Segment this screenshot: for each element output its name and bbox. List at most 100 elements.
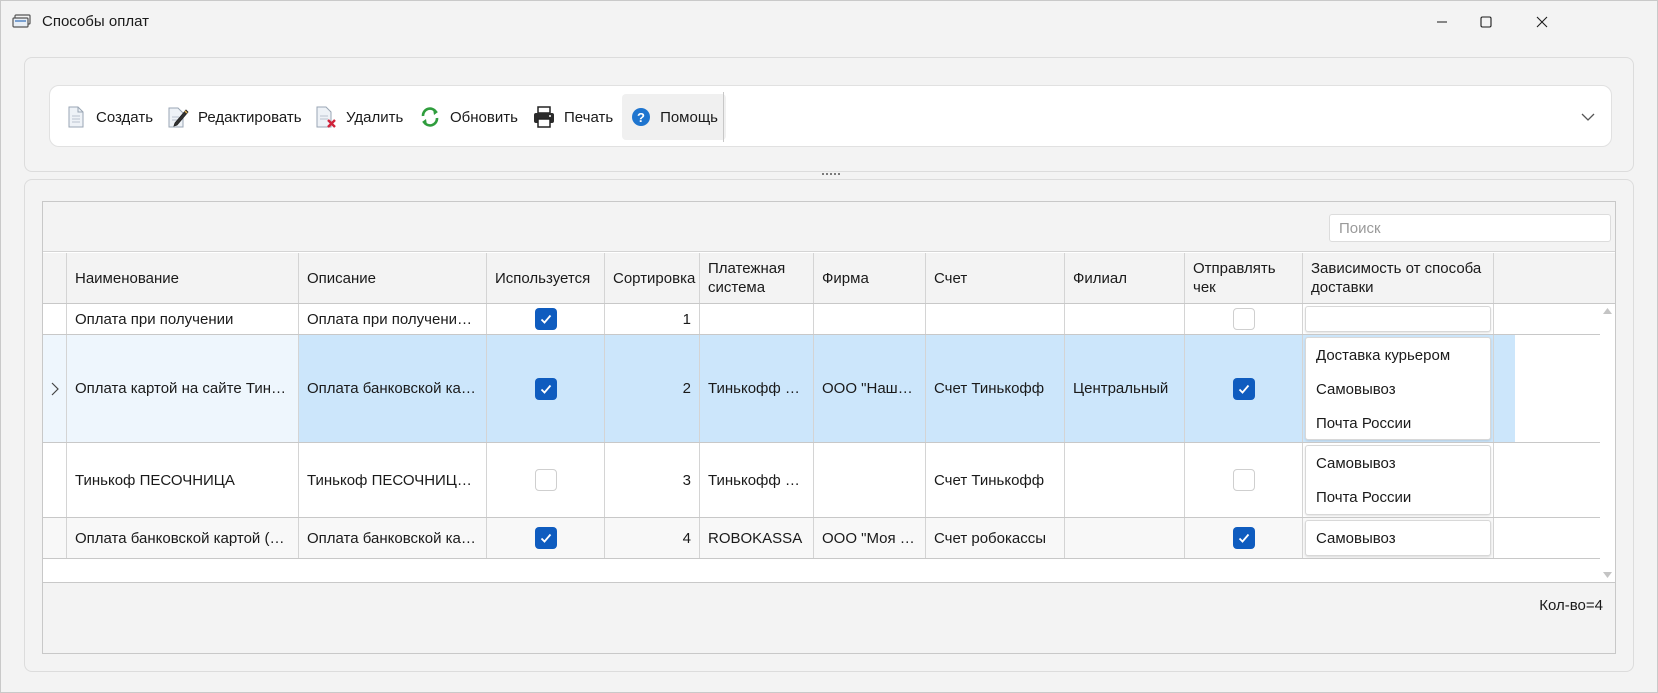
column-header-payment-system[interactable]: Платежная система xyxy=(700,253,814,303)
cell-account xyxy=(926,304,1065,334)
table-row[interactable]: Тинькоф ПЕСОЧНИЦА Тинькоф ПЕСОЧНИЦА (н..… xyxy=(43,443,1600,518)
scroll-up-icon[interactable] xyxy=(1603,308,1612,314)
cell-branch xyxy=(1065,443,1185,517)
cell-description: Оплата банковской карт... xyxy=(299,335,487,442)
cell-description: Тинькоф ПЕСОЧНИЦА (н... xyxy=(299,443,487,517)
grid-panel: Наименование Описание Используется Сорти… xyxy=(24,179,1634,672)
send-receipt-checkbox[interactable] xyxy=(1232,308,1255,330)
used-checkbox[interactable] xyxy=(534,377,557,400)
delivery-item[interactable]: Доставка курьером xyxy=(1316,338,1480,372)
row-indicator[interactable] xyxy=(43,304,67,334)
maximize-button[interactable] xyxy=(1457,1,1515,43)
refresh-icon xyxy=(418,105,442,129)
cell-branch: Центральный xyxy=(1065,335,1185,442)
delivery-item[interactable]: Самовывоз xyxy=(1316,521,1480,555)
checkmark-icon xyxy=(540,533,551,543)
cell-branch xyxy=(1065,304,1185,334)
print-button[interactable]: Печать xyxy=(524,94,621,140)
new-document-icon xyxy=(64,105,88,129)
cell-payment-system: ROBOKASSA xyxy=(700,518,814,558)
used-checkbox[interactable] xyxy=(534,527,557,549)
cell-account: Счет Тинькофф xyxy=(926,443,1065,517)
send-receipt-checkbox[interactable] xyxy=(1232,527,1255,549)
delivery-list[interactable]: Самовывоз Почта России xyxy=(1305,445,1491,515)
search-input[interactable] xyxy=(1329,214,1611,242)
delivery-item[interactable]: Почта России xyxy=(1316,480,1480,514)
column-header-sort[interactable]: Сортировка xyxy=(605,253,700,303)
maximize-icon xyxy=(1480,16,1492,28)
delivery-list[interactable] xyxy=(1305,306,1491,332)
cell-name: Оплата банковской картой (Ro... xyxy=(67,518,299,558)
refresh-button[interactable]: Обновить xyxy=(410,94,526,140)
delivery-item[interactable]: Почта России xyxy=(1316,406,1480,440)
row-indicator[interactable] xyxy=(43,443,67,517)
grid-header: Наименование Описание Используется Сорти… xyxy=(43,253,1615,304)
toolbar-separator xyxy=(723,92,724,142)
edit-document-icon xyxy=(166,105,190,129)
cell-sort: 1 xyxy=(605,304,700,334)
app-icon xyxy=(12,14,31,28)
delivery-item[interactable]: Самовывоз xyxy=(1316,446,1480,480)
grid-toolbar xyxy=(43,202,1615,252)
splitter-handle[interactable] xyxy=(821,171,841,177)
cell-name: Оплата при получении xyxy=(67,304,299,334)
column-header-delivery-dependency[interactable]: Зависимость от способа доставки xyxy=(1303,253,1494,303)
grid-footer: Кол-во=4 xyxy=(43,582,1615,653)
record-count: Кол-во=4 xyxy=(1539,597,1603,614)
cell-delivery-dependency xyxy=(1303,304,1494,334)
cell-description: Оплата банковской карт... xyxy=(299,518,487,558)
checkmark-icon xyxy=(540,384,551,394)
column-header-name[interactable]: Наименование xyxy=(67,253,299,303)
column-header-send-receipt[interactable]: Отправлять чек xyxy=(1185,253,1303,303)
delivery-list[interactable]: Самовывоз xyxy=(1305,520,1491,556)
print-label: Печать xyxy=(564,108,614,126)
cell-firm xyxy=(814,443,926,517)
column-header-description[interactable]: Описание xyxy=(299,253,487,303)
close-button[interactable] xyxy=(1513,1,1571,43)
svg-text:?: ? xyxy=(637,110,645,125)
checkmark-icon xyxy=(1238,384,1249,394)
payment-methods-grid: Наименование Описание Используется Сорти… xyxy=(42,201,1616,654)
cell-send-receipt xyxy=(1185,518,1303,558)
send-receipt-checkbox[interactable] xyxy=(1232,469,1255,491)
toolbar: Создать Редактировать Удалить Обновить П… xyxy=(49,85,1612,147)
vertical-scrollbar[interactable] xyxy=(1600,304,1615,582)
create-button[interactable]: Создать xyxy=(56,94,161,140)
cell-account: Счет робокассы xyxy=(926,518,1065,558)
help-button[interactable]: ? Помощь xyxy=(622,94,726,140)
column-header-account[interactable]: Счет xyxy=(926,253,1065,303)
row-indicator-header xyxy=(43,253,67,303)
cell-firm: ООО "Моя к... xyxy=(814,518,926,558)
cell-used xyxy=(487,443,605,517)
help-icon: ? xyxy=(630,105,652,129)
column-header-used[interactable]: Используется xyxy=(487,253,605,303)
cell-payment-system: Тинькофф Ба... xyxy=(700,443,814,517)
row-indicator[interactable] xyxy=(43,335,67,442)
chevron-down-icon[interactable] xyxy=(1579,108,1597,126)
table-row[interactable]: Оплата банковской картой (Ro... Оплата б… xyxy=(43,518,1600,559)
delete-button[interactable]: Удалить xyxy=(306,94,411,140)
delivery-item[interactable]: Самовывоз xyxy=(1316,372,1480,406)
row-indicator[interactable] xyxy=(43,518,67,558)
table-row-selected[interactable]: Оплата картой на сайте Тинькоф Оплата ба… xyxy=(43,335,1600,443)
column-header-branch[interactable]: Филиал xyxy=(1065,253,1185,303)
cell-send-receipt xyxy=(1185,443,1303,517)
cell-send-receipt xyxy=(1185,335,1303,442)
printer-icon xyxy=(532,105,556,129)
column-header-firm[interactable]: Фирма xyxy=(814,253,926,303)
scroll-down-icon[interactable] xyxy=(1603,572,1612,578)
delivery-list[interactable]: Доставка курьером Самовывоз Почта России xyxy=(1305,337,1491,440)
cell-delivery-dependency: Доставка курьером Самовывоз Почта России xyxy=(1303,335,1494,442)
used-checkbox[interactable] xyxy=(534,469,557,491)
table-row[interactable]: Оплата при получении Оплата при получени… xyxy=(43,304,1600,335)
cell-firm: ООО "Наша к... xyxy=(814,335,926,442)
cell-sort: 3 xyxy=(605,443,700,517)
checkmark-icon xyxy=(540,314,551,324)
used-checkbox[interactable] xyxy=(534,308,557,330)
checkmark-icon xyxy=(1238,533,1249,543)
payment-methods-window: Способы оплат Создать Редактировать Удал… xyxy=(0,0,1658,693)
cell-firm xyxy=(814,304,926,334)
send-receipt-checkbox[interactable] xyxy=(1232,377,1255,400)
cell-account: Счет Тинькофф xyxy=(926,335,1065,442)
edit-button[interactable]: Редактировать xyxy=(158,94,310,140)
